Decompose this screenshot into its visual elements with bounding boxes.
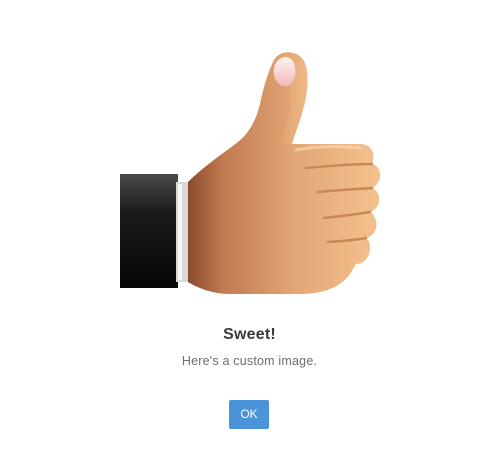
hand-shape [188, 52, 381, 294]
custom-image [110, 42, 390, 304]
thumbs-up-icon [120, 52, 381, 294]
sleeve-shape [120, 174, 178, 288]
ok-button[interactable]: OK [229, 400, 269, 429]
dialog-title: Sweet! [223, 326, 276, 343]
cuff-highlight [178, 184, 182, 280]
alert-dialog: Sweet! Here's a custom image. OK [0, 0, 499, 459]
dialog-message: Here's a custom image. [181, 354, 318, 368]
